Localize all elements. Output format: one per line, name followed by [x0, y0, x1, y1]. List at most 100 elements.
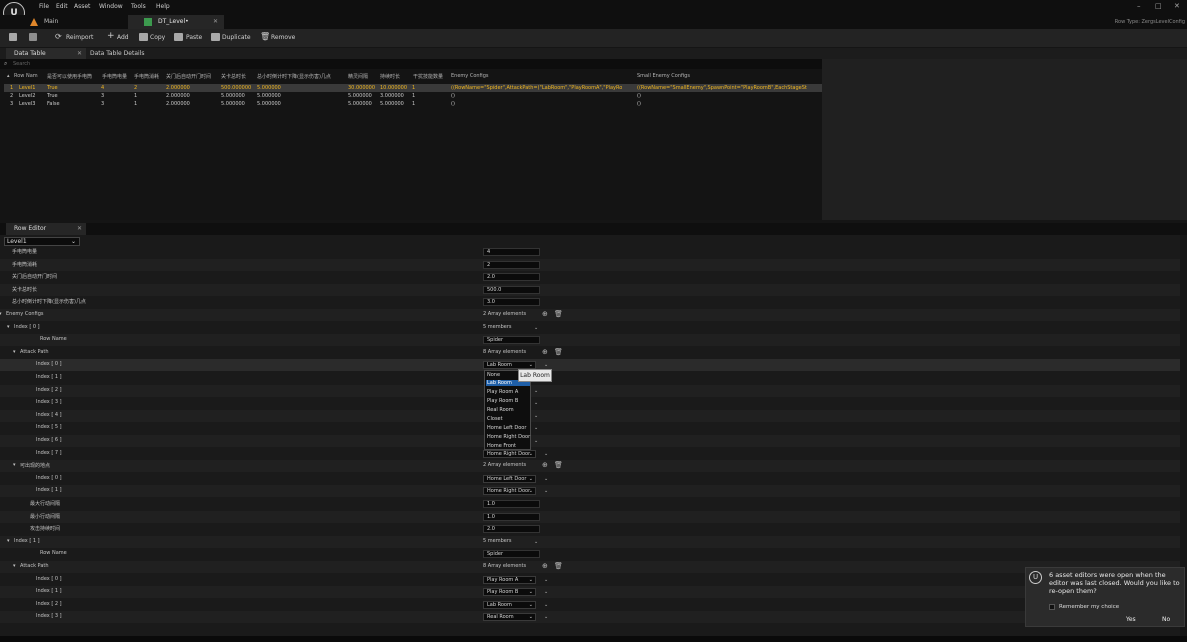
clear-array-icon[interactable]: 🗑 [554, 310, 563, 318]
remove-button[interactable]: Remove [271, 34, 295, 41]
clear-array-icon[interactable]: 🗑 [554, 461, 563, 469]
col-header[interactable]: 干扰技能数量 [413, 73, 443, 80]
element-menu-icon[interactable]: ⌄ [544, 362, 548, 368]
property-value-input[interactable]: 4 [483, 248, 540, 256]
enum-dropdown-menu[interactable]: None Lab Room Play Room A Play Room B Re… [484, 370, 531, 450]
element-menu-icon[interactable]: ⌄ [544, 577, 548, 583]
dropdown-option[interactable]: None [487, 372, 500, 378]
enum-combo[interactable]: Home Left Door ⌄ [483, 474, 536, 483]
property-value-input[interactable]: 2 [483, 260, 540, 269]
element-menu-icon[interactable]: ⌄ [534, 438, 538, 444]
add-element-icon[interactable]: ⊕ [542, 461, 548, 469]
close-tab-icon[interactable]: ✕ [77, 223, 82, 235]
row-selector[interactable]: Level1 ⌄ [4, 237, 80, 246]
enum-combo[interactable]: Home Right Door ⌄ [483, 487, 536, 496]
col-header[interactable]: 手电筒电量 [102, 73, 127, 80]
col-header[interactable]: 关门后自动开门时间 [166, 73, 211, 80]
tab-row-editor[interactable]: Row Editor ✕ [6, 223, 86, 235]
paste-button[interactable]: Paste [186, 34, 202, 41]
expand-arrow-icon[interactable]: ▾ [0, 311, 2, 317]
property-value-input[interactable]: Spider [483, 336, 540, 345]
dropdown-option[interactable]: Play Room A [487, 389, 518, 395]
dropdown-option[interactable]: Real Room [487, 407, 514, 413]
add-button[interactable]: Add [117, 34, 129, 41]
element-menu-icon[interactable]: ⌄ [544, 451, 548, 457]
property-value-input[interactable]: 500.0 [483, 285, 540, 294]
no-button[interactable]: No [1162, 616, 1170, 623]
add-element-icon[interactable]: ⊕ [542, 310, 548, 318]
element-menu-icon[interactable]: ⌄ [544, 589, 548, 595]
col-header[interactable]: 手电筒消耗 [134, 73, 159, 80]
clear-array-icon[interactable]: 🗑 [554, 348, 563, 356]
table-row[interactable]: 2 Level2 True 3 1 2.000000 5.000000 5.00… [4, 92, 822, 100]
enum-combo[interactable]: Home Right Door ⌄ [483, 449, 536, 458]
enum-combo[interactable]: Play Room A ⌄ [483, 575, 536, 584]
expand-arrow-icon[interactable]: ▾ [13, 462, 16, 468]
property-value-input[interactable]: Spider [483, 550, 540, 559]
enum-combo[interactable]: Play Room B ⌄ [483, 588, 536, 597]
minimize-icon[interactable]: – [1137, 2, 1141, 10]
table-row[interactable]: 1 Level1 True 4 2 2.000000 500.000000 5.… [4, 84, 822, 92]
element-menu-icon[interactable]: ⌄ [544, 602, 548, 608]
chevron-down-icon[interactable]: ⌄ [534, 539, 538, 545]
tab-data-table-details[interactable]: Data Table Details [82, 48, 152, 59]
col-header[interactable]: 是否可以使用手电筒 [47, 73, 92, 80]
menu-tools[interactable]: Tools [131, 3, 146, 10]
col-header[interactable]: Row Nam [14, 73, 38, 79]
col-header[interactable]: Enemy Configs [451, 73, 488, 79]
menu-window[interactable]: Window [99, 3, 123, 10]
copy-button[interactable]: Copy [150, 34, 165, 41]
save-icon[interactable] [9, 33, 17, 41]
col-header[interactable]: Small Enemy Configs [637, 73, 690, 79]
property-value-input[interactable]: 1.0 [483, 512, 540, 521]
table-row[interactable]: 3 Level3 False 3 1 2.000000 5.000000 5.0… [4, 100, 822, 108]
reimport-button[interactable]: Reimport [66, 34, 93, 41]
yes-button[interactable]: Yes [1126, 616, 1136, 623]
enum-combo[interactable]: Real Room ⌄ [483, 613, 536, 622]
close-window-icon[interactable]: ✕ [1174, 2, 1180, 10]
dropdown-option[interactable]: Home Front [487, 443, 516, 449]
expand-arrow-icon[interactable]: ▾ [7, 324, 10, 330]
element-menu-icon[interactable]: ⌄ [534, 425, 538, 431]
clear-array-icon[interactable]: 🗑 [554, 562, 563, 570]
property-value-input[interactable]: 2.0 [483, 273, 540, 282]
chevron-down-icon[interactable]: ⌄ [534, 325, 538, 331]
property-value-input[interactable]: 3.0 [483, 298, 540, 307]
add-element-icon[interactable]: ⊕ [542, 562, 548, 570]
remember-checkbox[interactable] [1049, 604, 1055, 610]
tab-data-table[interactable]: Data Table ✕ [6, 48, 86, 59]
col-header[interactable]: 精灵间隔 [348, 73, 368, 80]
element-menu-icon[interactable]: ⌄ [534, 400, 538, 406]
dropdown-option[interactable]: Play Room B [487, 398, 518, 404]
sort-icon[interactable]: ▴ [7, 73, 10, 79]
property-value-input[interactable]: 1.0 [483, 500, 540, 508]
tab-dt-level[interactable]: DT_Level• ✕ [128, 15, 224, 29]
menu-help[interactable]: Help [156, 3, 170, 10]
browse-icon[interactable] [29, 33, 37, 41]
dropdown-option[interactable]: Home Left Door [487, 425, 526, 431]
dropdown-option[interactable]: Closet [487, 416, 503, 422]
tab-main[interactable]: Main [14, 15, 124, 29]
element-menu-icon[interactable]: ⌄ [534, 388, 538, 394]
element-menu-icon[interactable]: ⌄ [544, 476, 548, 482]
expand-arrow-icon[interactable]: ▾ [13, 563, 16, 569]
property-value-input[interactable]: 2.0 [483, 525, 540, 534]
col-header[interactable]: 持续时长 [380, 73, 400, 80]
menu-file[interactable]: File [39, 3, 49, 10]
enum-combo[interactable]: Lab Room ⌄ [483, 600, 536, 609]
close-tab-icon[interactable]: ✕ [213, 15, 218, 29]
expand-arrow-icon[interactable]: ▾ [13, 349, 16, 355]
menu-asset[interactable]: Asset [74, 3, 90, 10]
element-menu-icon[interactable]: ⌄ [544, 614, 548, 620]
col-header[interactable]: 关卡总时长 [221, 73, 246, 80]
search-input[interactable]: Search [13, 61, 30, 67]
col-header[interactable]: 总小时倒计时下降(显示伤害)几点 [257, 73, 331, 80]
dropdown-option[interactable]: Home Right Door [487, 434, 530, 440]
element-menu-icon[interactable]: ⌄ [544, 488, 548, 494]
search-bar[interactable] [0, 59, 822, 69]
menu-edit[interactable]: Edit [56, 3, 68, 10]
element-menu-icon[interactable]: ⌄ [534, 413, 538, 419]
expand-arrow-icon[interactable]: ▾ [7, 538, 10, 544]
add-element-icon[interactable]: ⊕ [542, 348, 548, 356]
maximize-icon[interactable]: □ [1155, 2, 1162, 10]
